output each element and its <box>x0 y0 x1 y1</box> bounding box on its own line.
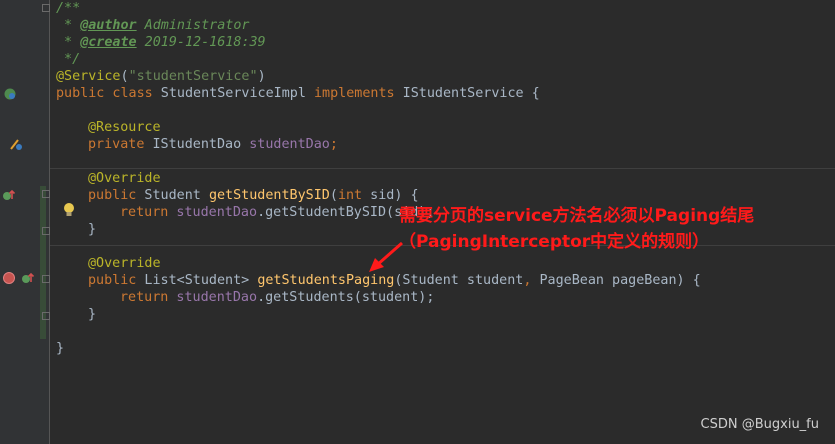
annotation-text: 需要分页的service方法名必须以Paging结尾 <box>399 206 755 226</box>
code-line: * @create 2019-12-1618:39 <box>56 35 266 50</box>
code-line: public class StudentServiceImpl implemen… <box>56 86 540 101</box>
red-arrow-icon <box>369 241 403 272</box>
code-line: @Override <box>88 256 161 271</box>
method-separator <box>50 168 835 169</box>
gutter-divider <box>49 0 50 444</box>
change-marker[interactable] <box>40 239 46 339</box>
code-line: } <box>88 307 97 322</box>
code-line: /** <box>56 1 81 16</box>
code-line: private IStudentDao studentDao; <box>88 137 338 152</box>
code-line: * @author Administrator <box>56 18 250 33</box>
breakpoint-icon[interactable] <box>2 271 16 285</box>
fold-marker[interactable] <box>42 312 50 320</box>
fold-marker[interactable] <box>42 190 50 198</box>
code-line: } <box>88 222 97 237</box>
lightbulb-icon[interactable] <box>62 202 76 218</box>
code-line: @Resource <box>88 120 161 135</box>
fold-marker[interactable] <box>42 227 50 235</box>
watermark: CSDN @Bugxiu_fu <box>700 417 819 432</box>
injection-icon[interactable] <box>9 137 23 151</box>
code-line: } <box>56 341 65 356</box>
code-line: return studentDao.getStudentBySID(sid); <box>120 205 435 220</box>
override-icon[interactable] <box>21 271 35 285</box>
bean-icon[interactable] <box>3 87 17 101</box>
implementing-icon[interactable] <box>2 188 16 202</box>
fold-marker[interactable] <box>42 275 50 283</box>
code-line: return studentDao.getStudents(student); <box>120 290 435 305</box>
annotation-text: （PagingInterceptor中定义的规则） <box>399 232 710 252</box>
code-line: */ <box>56 52 81 67</box>
code-line: public Student getStudentBySID(int sid) … <box>88 188 419 203</box>
code-line: @Service("studentService") <box>56 69 266 84</box>
fold-marker[interactable] <box>42 4 50 12</box>
code-line: @Override <box>88 171 161 186</box>
